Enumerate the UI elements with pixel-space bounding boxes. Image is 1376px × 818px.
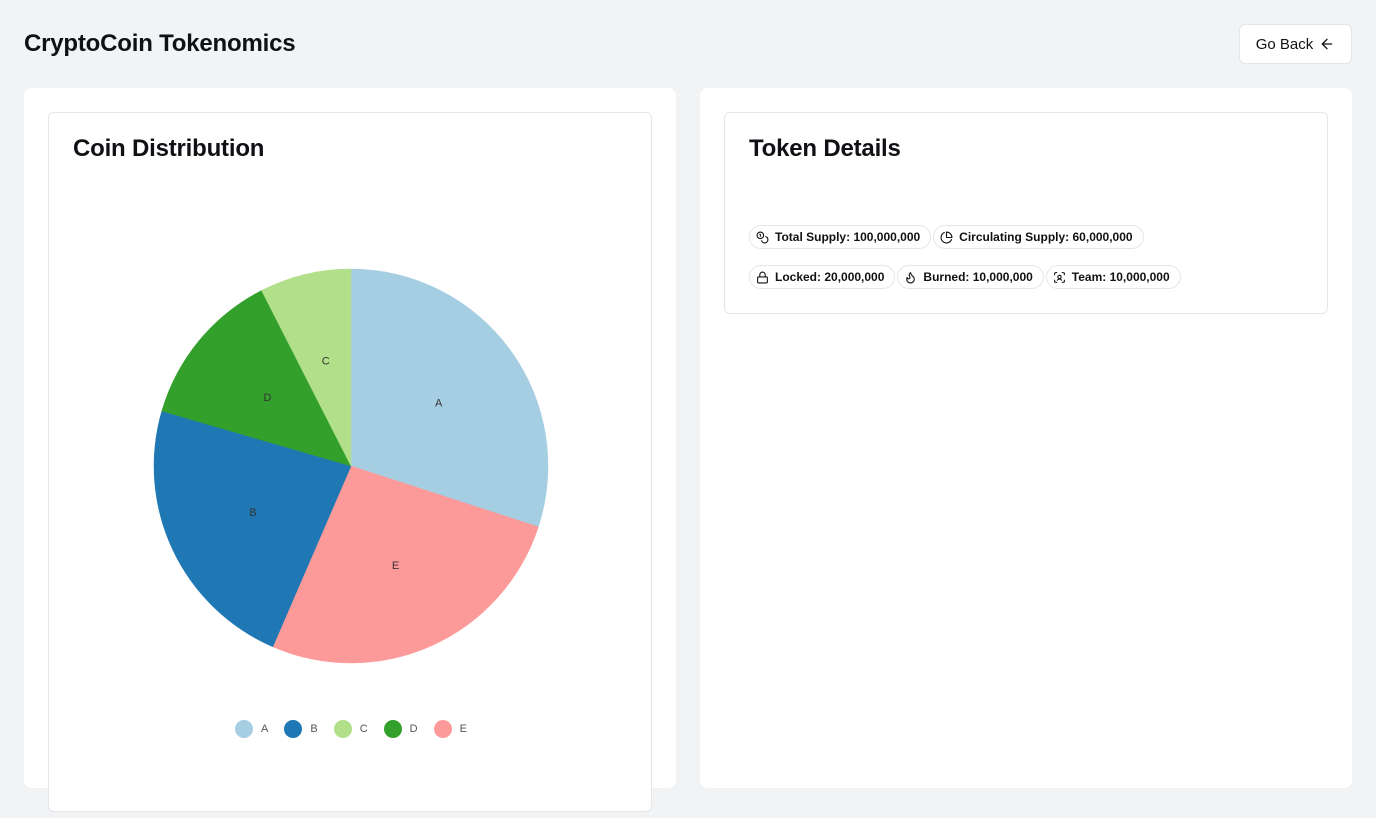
lock-icon xyxy=(757,271,768,283)
badge-label: Team: 10,000,000 xyxy=(1071,270,1170,284)
badge-label: Locked: 20,000,000 xyxy=(775,270,885,284)
pie-chart-container: A E B D C xyxy=(49,113,653,813)
total-supply-badge: Total Supply: 100,000,000 xyxy=(749,225,932,249)
flame-icon xyxy=(906,271,916,283)
pie-label-d: D xyxy=(264,392,272,404)
badge-row: Locked: 20,000,000 Burned: 10,000,000 Te… xyxy=(749,265,1309,289)
badge-label: Circulating Supply: 60,000,000 xyxy=(959,230,1133,244)
legend-swatch xyxy=(235,720,254,738)
token-badges: Total Supply: 100,000,000 Circulating Su… xyxy=(749,225,1309,305)
legend-label: D xyxy=(409,723,418,735)
go-back-button[interactable]: Go Back xyxy=(1239,24,1352,64)
legend-label: C xyxy=(359,723,368,735)
pie-label-a: A xyxy=(435,397,443,409)
legend-item-e[interactable]: E xyxy=(433,720,467,738)
coins-icon xyxy=(756,231,769,243)
legend-label: E xyxy=(459,723,467,735)
details-panel: Token Details Total Supply: 100,000,000 … xyxy=(700,88,1352,788)
pie-chart-icon xyxy=(940,231,953,243)
pie-label-e: E xyxy=(392,560,399,572)
legend-swatch xyxy=(433,720,452,738)
details-card: Token Details Total Supply: 100,000,000 … xyxy=(724,112,1328,314)
header: CryptoCoin Tokenomics Go Back xyxy=(0,0,1376,88)
chart-legend: A B C D E xyxy=(49,720,653,738)
circulating-supply-badge: Circulating Supply: 60,000,000 xyxy=(933,225,1144,249)
scan-face-icon xyxy=(1053,271,1065,283)
legend-item-c[interactable]: C xyxy=(333,720,368,738)
legend-item-a[interactable]: A xyxy=(235,720,268,738)
pie-label-b: B xyxy=(249,507,256,519)
legend-label: B xyxy=(310,723,318,735)
badge-label: Total Supply: 100,000,000 xyxy=(775,230,921,244)
arrow-left-icon xyxy=(1321,38,1333,50)
distribution-panel: Coin Distribution AEBDC ABCDE xyxy=(24,88,676,812)
legend-swatch xyxy=(383,720,402,738)
legend-swatch xyxy=(284,720,303,738)
page-title: CryptoCoin Tokenomics xyxy=(24,30,296,57)
legend-swatch xyxy=(333,720,352,738)
pie-label-c: C xyxy=(322,356,330,368)
team-badge: Team: 10,000,000 xyxy=(1045,265,1181,289)
pie-chart: A E B D C xyxy=(153,268,549,664)
locked-badge: Locked: 20,000,000 xyxy=(749,265,896,289)
burned-badge: Burned: 10,000,000 xyxy=(897,265,1044,289)
go-back-label: Go Back xyxy=(1255,35,1314,53)
details-title: Token Details xyxy=(749,135,901,162)
badge-row: Total Supply: 100,000,000 Circulating Su… xyxy=(749,225,1309,249)
legend-label: A xyxy=(261,723,269,735)
legend-item-b[interactable]: B xyxy=(284,720,318,738)
badge-label: Burned: 10,000,000 xyxy=(923,270,1033,284)
distribution-card: Coin Distribution AEBDC ABCDE xyxy=(48,112,652,812)
legend-item-d[interactable]: D xyxy=(383,720,418,738)
